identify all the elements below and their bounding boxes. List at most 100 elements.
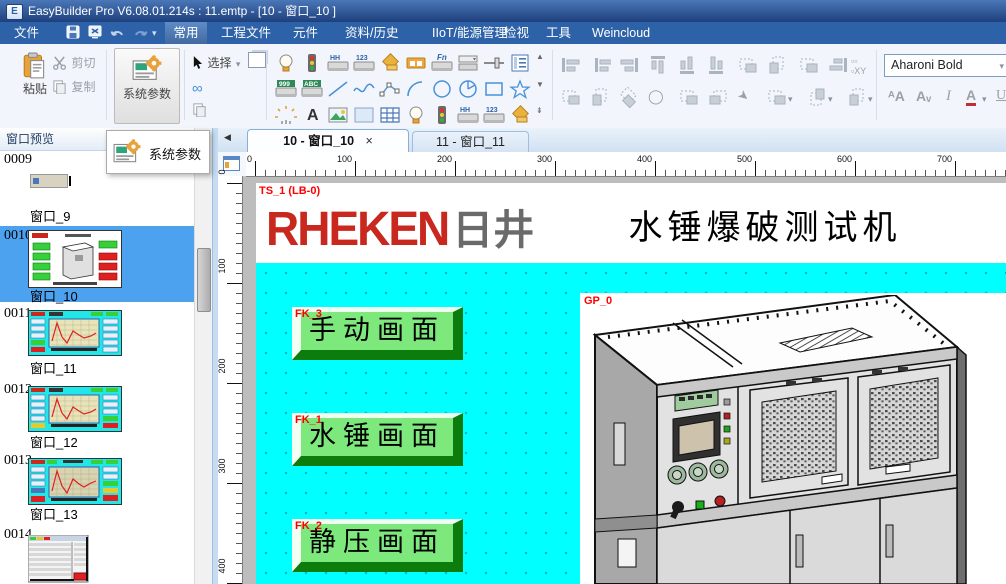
group-icon[interactable] xyxy=(827,56,849,74)
align-right-icon[interactable] xyxy=(618,56,640,74)
undo-icon[interactable] xyxy=(110,28,126,40)
line-tool-icon[interactable] xyxy=(326,78,350,100)
move-down-layer-icon[interactable] xyxy=(848,86,866,108)
sidebar-scrollbar[interactable] xyxy=(194,128,213,584)
window-caption[interactable]: 窗口_13 xyxy=(30,504,78,523)
font-shrink-icon[interactable]: Aᵥ xyxy=(916,88,931,104)
screen-title[interactable]: 水锤爆破测试机 xyxy=(600,200,930,249)
redo-icon[interactable] xyxy=(132,28,148,40)
nudge-icon[interactable] xyxy=(798,56,820,74)
object-scroll-up-icon[interactable]: ▲ xyxy=(536,52,544,61)
italic-icon[interactable]: I xyxy=(946,88,951,105)
state-lamp2-icon[interactable] xyxy=(430,104,454,126)
flow-block-icon[interactable] xyxy=(274,104,298,126)
pin-icon[interactable]: ➤ xyxy=(734,86,753,105)
button-manual-screen[interactable]: FK_3 手动画面 xyxy=(292,307,463,360)
thumbnail-window-10[interactable] xyxy=(28,230,122,288)
ribbon-tab-iiot[interactable]: IIoT/能源管理 xyxy=(432,22,507,44)
rectangle-tool-icon[interactable] xyxy=(482,78,506,100)
move-up-layer-icon[interactable] xyxy=(808,86,826,108)
tab-scroll-left-icon[interactable]: ◀ xyxy=(224,132,231,143)
window-caption[interactable]: 窗口_11 xyxy=(30,358,77,377)
thumbnail-window-9[interactable] xyxy=(30,174,68,188)
layer-icon[interactable] xyxy=(766,88,788,106)
system-parameters-button[interactable]: 系统参数 xyxy=(114,48,180,124)
font-family-select[interactable]: Aharoni Bold ▾ xyxy=(884,54,1006,77)
align-middle-icon[interactable] xyxy=(678,54,696,76)
select-button[interactable]: 选择 ▾ xyxy=(192,54,240,72)
xy-position-icon[interactable]: ▫▫▫XY xyxy=(851,56,866,76)
thumbnail-window-12[interactable] xyxy=(28,386,122,432)
ribbon-tab-object[interactable]: 元件 xyxy=(293,22,318,44)
macro-icon[interactable] xyxy=(378,52,402,74)
ribbon-tab-view[interactable]: 检视 xyxy=(504,22,529,44)
pie-tool-icon[interactable] xyxy=(456,78,480,100)
window-caption[interactable]: 窗口_9 xyxy=(30,206,70,225)
ribbon-tab-data[interactable]: 资料/历史 xyxy=(345,22,398,44)
tab-window-10[interactable]: 10 - 窗口_10 × xyxy=(247,129,409,154)
sidebar-scrollbar-thumb[interactable] xyxy=(197,248,211,312)
download-simulate-icon[interactable] xyxy=(88,25,102,39)
object-expand-icon[interactable]: ⇟ xyxy=(536,106,543,115)
window-number[interactable]: 0009 xyxy=(4,152,32,168)
save-icon[interactable] xyxy=(66,25,80,39)
ribbon-tab-tool[interactable]: 工具 xyxy=(546,22,571,44)
freehand-tool-icon[interactable] xyxy=(352,78,376,100)
thumbnail-window-11[interactable] xyxy=(28,310,122,356)
item-view-icon[interactable] xyxy=(508,52,532,74)
macro2-icon[interactable] xyxy=(508,104,532,126)
arc-tool-icon[interactable] xyxy=(404,78,428,100)
picture-object-icon[interactable] xyxy=(326,104,350,126)
distribute-horizontal-icon[interactable] xyxy=(768,54,786,76)
ribbon-tab-project[interactable]: 工程文件 xyxy=(221,22,271,44)
multi-copy-icon[interactable]: ∞ xyxy=(192,80,201,97)
star-tool-icon[interactable] xyxy=(508,78,532,100)
move-down-caret[interactable]: ▾ xyxy=(868,94,873,105)
thumbnail-window-14[interactable] xyxy=(28,535,90,584)
quick-access-caret[interactable]: ▾ xyxy=(152,22,157,44)
window-caption[interactable]: 窗口_10 xyxy=(30,286,78,305)
font-color-icon[interactable]: A xyxy=(966,88,976,106)
resize-height-icon[interactable] xyxy=(591,86,609,108)
button-water-hammer-screen[interactable]: FK_1 水锤画面 xyxy=(292,413,463,466)
layer-caret[interactable]: ▾ xyxy=(788,94,793,105)
distribute-vertical-icon[interactable] xyxy=(737,56,759,74)
new-window-icon[interactable] xyxy=(248,52,266,68)
underline-icon[interactable]: U xyxy=(996,88,1006,104)
bring-front-icon[interactable] xyxy=(678,88,700,106)
duplicate-icon[interactable] xyxy=(192,102,207,117)
numeric-display-icon[interactable]: 999 xyxy=(274,78,298,100)
ascii-display-icon[interactable]: ABC xyxy=(300,78,324,100)
thumbnail-window-13[interactable] xyxy=(28,458,122,505)
indicator-light-icon[interactable] xyxy=(274,52,298,74)
align-center-icon[interactable] xyxy=(589,56,611,74)
option-list-icon[interactable] xyxy=(456,52,480,74)
ribbon-tab-weincloud[interactable]: Weincloud xyxy=(592,22,650,44)
state-lamp-icon[interactable] xyxy=(300,52,324,74)
tab-window-11[interactable]: 11 - 窗口_11 xyxy=(412,131,529,154)
numeric-object2-icon[interactable]: 123 xyxy=(482,104,506,126)
ribbon-tab-home[interactable]: 常用 xyxy=(165,22,207,44)
font-color-caret[interactable]: ▾ xyxy=(982,94,987,105)
align-left-icon[interactable] xyxy=(560,56,582,74)
indicator-light2-icon[interactable] xyxy=(404,104,428,126)
circle-tool-icon[interactable] xyxy=(430,78,454,100)
rotate-icon[interactable]: ◯ xyxy=(648,88,664,105)
numeric-object-icon[interactable]: 123 xyxy=(352,52,376,74)
window-caption[interactable]: 窗口_12 xyxy=(30,432,78,451)
table-object-icon[interactable] xyxy=(378,104,402,126)
font-enlarge-icon[interactable]: ᴬA xyxy=(888,88,905,104)
frame-object-icon[interactable] xyxy=(352,104,376,126)
align-top-icon[interactable] xyxy=(649,54,667,76)
switch-icon[interactable] xyxy=(404,52,428,74)
tab-close-icon[interactable]: × xyxy=(366,134,373,148)
toggle-switch-icon[interactable]: HH xyxy=(326,52,350,74)
move-up-caret[interactable]: ▾ xyxy=(828,94,833,105)
cut-button[interactable]: 剪切 xyxy=(52,54,95,72)
machine-picture[interactable]: GP_0 xyxy=(580,293,1006,584)
toggle-switch2-icon[interactable]: HH xyxy=(456,104,480,126)
copy-button[interactable]: 复制 xyxy=(52,78,95,96)
resize-both-icon[interactable] xyxy=(615,83,643,111)
text-tool-icon[interactable]: A xyxy=(300,104,324,126)
function-key-icon[interactable]: Fn xyxy=(430,52,454,74)
